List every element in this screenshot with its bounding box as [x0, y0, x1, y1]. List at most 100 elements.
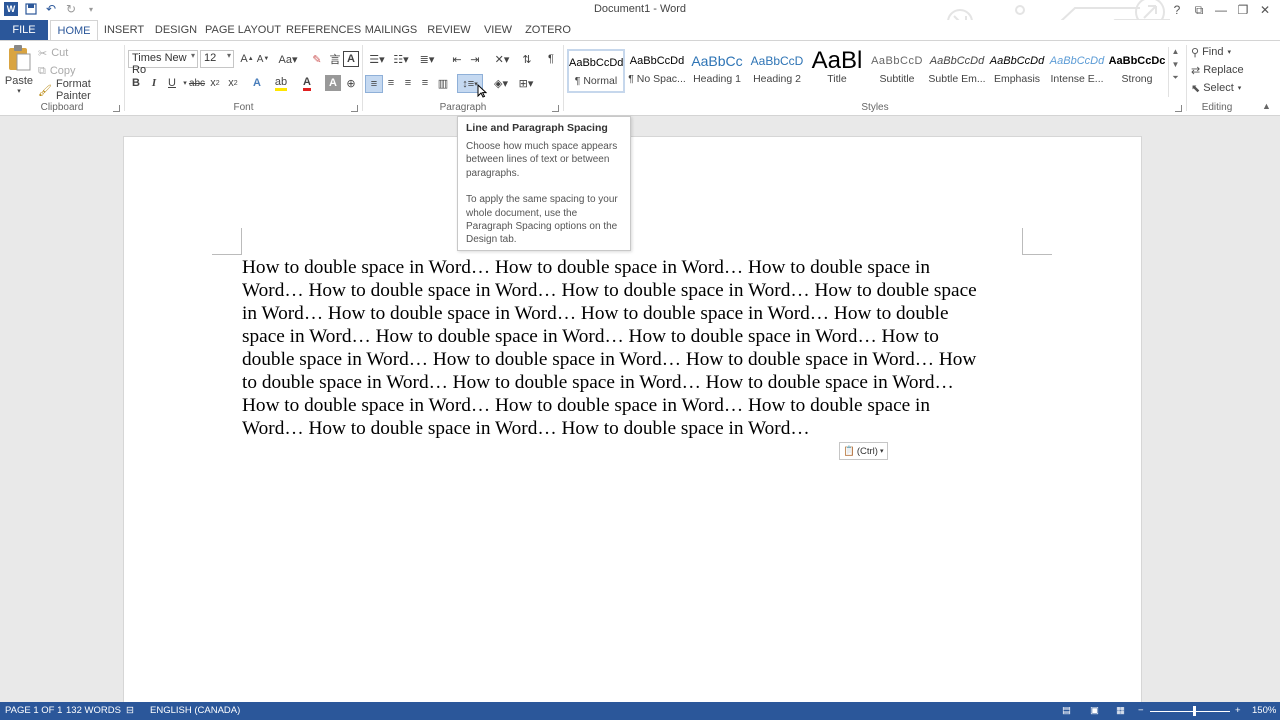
tab-zotero[interactable]: ZOTERO — [524, 20, 572, 40]
tab-references[interactable]: REFERENCES — [286, 20, 361, 40]
print-layout-icon[interactable]: ▣ — [1090, 705, 1099, 716]
tab-insert[interactable]: INSERT — [100, 20, 148, 40]
tab-file[interactable]: FILE — [0, 20, 48, 40]
zoom-level[interactable]: 150% — [1252, 705, 1276, 716]
style-heading-2[interactable]: AaBbCcD Heading 2 — [748, 49, 806, 93]
justify-icon[interactable]: ≡ — [417, 75, 433, 91]
phonetic-guide-icon[interactable]: ⾔ — [327, 51, 343, 67]
superscript-icon[interactable]: x2 — [225, 75, 241, 91]
style-subtitle[interactable]: AaBbCcD Subtitle — [868, 49, 926, 93]
tab-view[interactable]: VIEW — [480, 20, 516, 40]
close-button[interactable]: ✕ — [1254, 0, 1276, 20]
redo-icon[interactable]: ↻ — [64, 2, 78, 16]
styles-dialog-launcher[interactable] — [1175, 105, 1182, 112]
ribbon-display-options-button[interactable]: ⧉ — [1188, 0, 1210, 20]
align-right-icon[interactable]: ≡ — [400, 75, 416, 91]
text-effects-icon[interactable]: A — [249, 75, 265, 91]
style-emphasis[interactable]: AaBbCcDd Emphasis — [988, 49, 1046, 93]
status-bar: PAGE 1 OF 1 132 WORDS ⊟ ENGLISH (CANADA)… — [0, 702, 1280, 720]
customize-qat-icon[interactable]: ▾ — [84, 2, 98, 16]
tab-mailings[interactable]: MAILINGS — [362, 20, 420, 40]
multilevel-list-icon[interactable]: ≣▾ — [417, 51, 437, 67]
style-preview: AaBbCcDd — [929, 55, 985, 67]
distributed-icon[interactable]: ▥ — [435, 75, 451, 91]
style-strong[interactable]: AaBbCcDc Strong — [1108, 49, 1166, 93]
style-normal[interactable]: AaBbCcDd ¶ Normal — [567, 49, 625, 93]
collapse-ribbon-icon[interactable]: ▲ — [1262, 101, 1271, 111]
character-shading-icon[interactable]: A — [325, 75, 341, 91]
style-title[interactable]: AaBl Title — [808, 49, 866, 93]
document-body-text[interactable]: How to double space in Word… How to doub… — [242, 256, 1022, 440]
word-count[interactable]: 132 WORDS — [66, 705, 121, 716]
borders-icon[interactable]: ⊞▾ — [515, 75, 537, 91]
format-painter-button[interactable]: 🖌 Format Painter — [38, 78, 124, 102]
shading-icon[interactable]: ◈▾ — [491, 75, 511, 91]
font-family-combo[interactable]: Times New Ro ▾ — [128, 50, 198, 76]
style-no-spacing[interactable]: AaBbCcDd ¶ No Spac... — [628, 49, 686, 93]
paste-button[interactable]: Paste ▾ — [4, 44, 34, 100]
clear-formatting-icon[interactable]: ✎ — [309, 51, 325, 67]
strikethrough-icon[interactable]: abc — [189, 75, 205, 91]
read-mode-icon[interactable]: ▤ — [1062, 705, 1071, 716]
style-subtle-emphasis[interactable]: AaBbCcDd Subtle Em... — [928, 49, 986, 93]
tab-design[interactable]: DESIGN — [152, 20, 200, 40]
grow-font-icon[interactable]: A ▲ — [239, 51, 255, 67]
style-name: Heading 1 — [693, 73, 741, 85]
help-button[interactable]: ? — [1166, 0, 1188, 20]
scroll-up-icon[interactable]: ▲ — [1169, 47, 1182, 56]
paste-options-button[interactable]: 📋 (Ctrl) ▾ — [839, 442, 888, 460]
clipboard-group-label: Clipboard — [40, 102, 84, 113]
proofing-icon[interactable]: ⊟ — [126, 705, 134, 716]
tab-review[interactable]: REVIEW — [426, 20, 472, 40]
italic-icon[interactable]: I — [146, 75, 162, 91]
subscript-icon[interactable]: x2 — [207, 75, 223, 91]
numbering-icon[interactable]: ☷▾ — [391, 51, 411, 67]
zoom-slider-track[interactable] — [1150, 711, 1230, 712]
cut-button[interactable]: ✂ Cut — [38, 44, 68, 62]
asian-layout-icon[interactable]: ✕▾ — [491, 51, 513, 67]
language-indicator[interactable]: ENGLISH (CANADA) — [150, 705, 240, 716]
clipboard-dialog-launcher[interactable] — [113, 105, 120, 112]
bold-icon[interactable]: B — [128, 75, 144, 91]
paragraph-dialog-launcher[interactable] — [552, 105, 559, 112]
style-heading-1[interactable]: AaBbCc Heading 1 — [688, 49, 746, 93]
style-intense-emphasis[interactable]: AaBbCcDd Intense E... — [1048, 49, 1106, 93]
character-border-icon[interactable]: A — [343, 51, 359, 67]
page-count[interactable]: PAGE 1 OF 1 — [5, 705, 62, 716]
line-spacing-icon: ↕≡ — [462, 77, 475, 90]
font-size-combo[interactable]: 12 ▾ — [200, 50, 234, 68]
chevron-down-icon: ▾ — [190, 51, 195, 60]
increase-indent-icon[interactable]: ⇥ — [467, 51, 483, 67]
more-styles-icon[interactable]: ⏷ — [1169, 73, 1182, 83]
tab-page-layout[interactable]: PAGE LAYOUT — [205, 20, 281, 40]
align-left-icon[interactable]: ≡ — [365, 75, 383, 93]
scroll-down-icon[interactable]: ▼ — [1169, 60, 1182, 69]
zoom-in-button[interactable]: + — [1235, 705, 1241, 716]
paste-dropdown-icon[interactable]: ▾ — [4, 87, 34, 95]
highlight-color-icon[interactable]: ab — [273, 75, 289, 91]
align-center-icon[interactable]: ≡ — [383, 75, 399, 91]
replace-button[interactable]: ⇄ Replace — [1191, 61, 1244, 79]
change-case-icon[interactable]: Aa▾ — [277, 51, 299, 67]
sort-icon[interactable]: ⇅ — [519, 51, 535, 67]
zoom-out-button[interactable]: − — [1138, 705, 1144, 716]
restore-button[interactable]: ❐ — [1232, 0, 1254, 20]
shrink-font-icon[interactable]: A ▼ — [255, 51, 271, 67]
decrease-indent-icon[interactable]: ⇤ — [449, 51, 465, 67]
enclose-characters-icon[interactable]: ⊕ — [343, 75, 359, 91]
find-button[interactable]: ⚲ Find ▾ — [1191, 43, 1231, 61]
save-icon[interactable] — [24, 2, 38, 16]
styles-group-label: Styles — [861, 102, 889, 113]
select-button[interactable]: ⬉ Select ▾ — [1191, 79, 1241, 97]
minimize-button[interactable]: — — [1210, 0, 1232, 20]
font-dialog-launcher[interactable] — [351, 105, 358, 112]
web-layout-icon[interactable]: ▦ — [1116, 705, 1125, 716]
show-hide-marks-icon[interactable]: ¶ — [543, 51, 559, 67]
font-color-icon[interactable]: A — [299, 75, 315, 91]
zoom-slider-thumb[interactable] — [1193, 706, 1196, 716]
tab-home[interactable]: HOME — [50, 20, 98, 41]
undo-icon[interactable]: ↶ — [44, 2, 58, 16]
word-app-icon[interactable]: W — [4, 2, 18, 16]
bullets-icon[interactable]: ☰▾ — [367, 51, 387, 67]
text-line: How to double space in Word… How to doub… — [242, 257, 931, 278]
